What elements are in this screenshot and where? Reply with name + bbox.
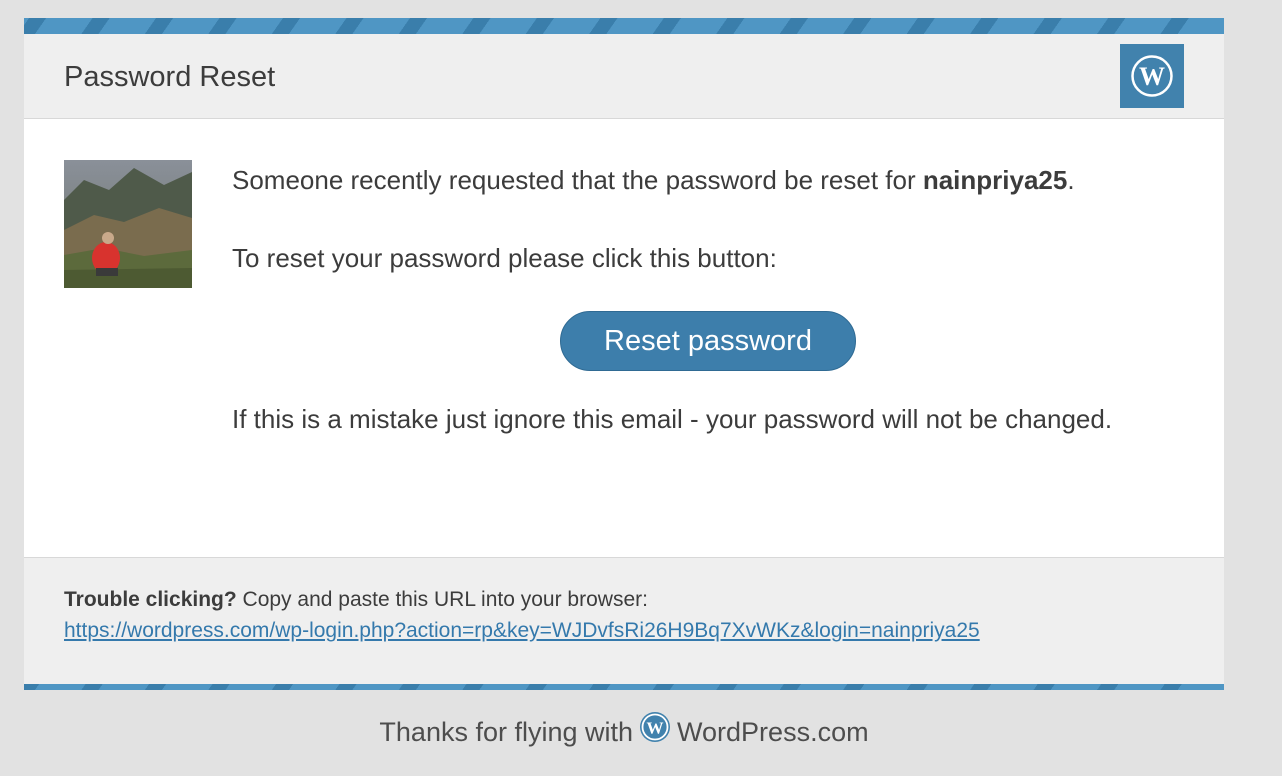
page-title: Password Reset: [64, 61, 276, 93]
ignore-notice-text: If this is a mistake just ignore this em…: [232, 404, 1113, 434]
username: nainpriya25: [922, 165, 1068, 195]
reset-request-text: Someone recently requested that the pass…: [232, 161, 1172, 200]
trouble-clicking-text: Trouble clicking? Copy and paste this UR…: [64, 585, 648, 614]
svg-text:W: W: [647, 719, 664, 738]
bottom-stripe: [24, 684, 1224, 690]
trouble-clicking-instruction: Copy and paste this URL into your browse…: [236, 588, 648, 611]
reset-request-suffix: .: [1067, 165, 1075, 195]
trouble-clicking-label: Trouble clicking?: [64, 588, 237, 611]
thanks-text: Thanks for flying with: [379, 717, 634, 747]
reset-password-button[interactable]: Reset password: [560, 311, 856, 371]
user-avatar: [64, 160, 192, 288]
top-stripe: [24, 18, 1224, 34]
email-body: Someone recently requested that the pass…: [24, 119, 1224, 558]
svg-text:W: W: [1139, 62, 1165, 91]
email-card: Password Reset W Someone recently reques…: [24, 18, 1224, 690]
reset-request-prefix: Someone recently requested that the pass…: [232, 165, 923, 195]
email-header: Password Reset W: [24, 34, 1224, 119]
trouble-clicking-box: Trouble clicking? Copy and paste this UR…: [24, 558, 1224, 684]
reset-url-link[interactable]: https://wordpress.com/wp-login.php?actio…: [64, 616, 980, 645]
thanks-footer: Thanks for flying with W WordPress.com: [0, 711, 1248, 752]
wordpress-logo-icon: W: [1120, 44, 1184, 108]
wordpress-brand-text[interactable]: WordPress.com: [677, 717, 869, 747]
instruction-text: To reset your password please click this…: [232, 243, 777, 273]
wordpress-small-logo-icon: W: [639, 711, 671, 752]
